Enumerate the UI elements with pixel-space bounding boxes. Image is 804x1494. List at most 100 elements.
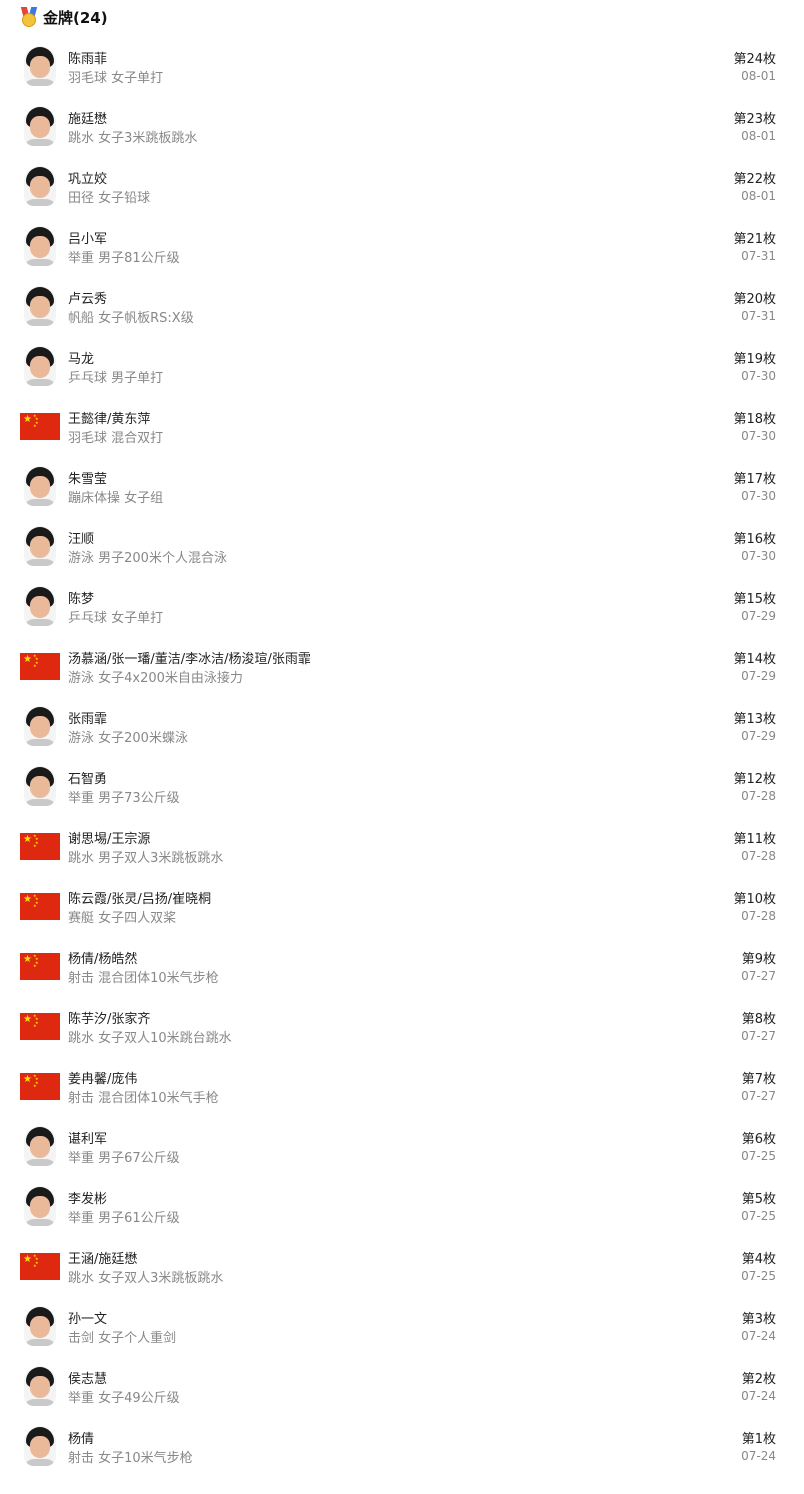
medal-row[interactable]: 谌利军 举重 男子67公斤级 第6枚 07-25 (0, 1118, 804, 1178)
medal-row[interactable]: ★ ★ ★ ★ ★ 杨倩/杨皓然 射击 混合团体10米气步枪 第9枚 07-27 (0, 938, 804, 998)
medal-row[interactable]: ★ ★ ★ ★ ★ 陈云霞/张灵/吕扬/崔晓桐 赛艇 女子四人双桨 第10枚 07-28 (0, 878, 804, 938)
medal-row[interactable]: 侯志慧 举重 女子49公斤级 第2枚 07-24 (0, 1358, 804, 1418)
medal-date: 07-27 (741, 969, 776, 983)
medal-row[interactable]: ★ ★ ★ ★ ★ 王懿律/黄东萍 羽毛球 混合双打 第18枚 07-30 (0, 398, 804, 458)
medal-rank: 第16枚 (733, 532, 776, 547)
medal-row[interactable]: 张雨霏 游泳 女子200米蝶泳 第13枚 07-29 (0, 698, 804, 758)
athlete-avatar-icon (24, 1126, 56, 1166)
event-name: 跳水 女子3米跳板跳水 (68, 131, 198, 146)
medal-rank: 第20枚 (733, 292, 776, 307)
china-flag-icon: ★ ★ ★ ★ ★ (20, 1013, 60, 1040)
event-name: 跳水 男子双人3米跳板跳水 (68, 851, 224, 866)
event-name: 乒乓球 男子单打 (68, 371, 164, 386)
medal-date: 07-30 (741, 549, 776, 563)
medal-rank: 第18枚 (733, 412, 776, 427)
medal-row[interactable]: 孙一文 击剑 女子个人重剑 第3枚 07-24 (0, 1298, 804, 1358)
medal-row[interactable]: ★ ★ ★ ★ ★ 王涵/施廷懋 跳水 女子双人3米跳板跳水 第4枚 07-25 (0, 1238, 804, 1298)
athlete-avatar-icon (24, 526, 56, 566)
athlete-avatar-icon (24, 466, 56, 506)
medal-row[interactable]: 巩立姣 田径 女子铅球 第22枚 08-01 (0, 158, 804, 218)
medal-rank: 第19枚 (733, 352, 776, 367)
athlete-name: 陈梦 (68, 592, 95, 607)
medal-date: 07-25 (741, 1149, 776, 1163)
medal-row[interactable]: ★ ★ ★ ★ ★ 姜冉馨/庞伟 射击 混合团体10米气手枪 第7枚 07-27 (0, 1058, 804, 1118)
athlete-name: 朱雪莹 (68, 472, 108, 487)
medal-row[interactable]: 马龙 乒乓球 男子单打 第19枚 07-30 (0, 338, 804, 398)
event-name: 羽毛球 混合双打 (68, 431, 164, 446)
china-flag-icon: ★ ★ ★ ★ ★ (20, 953, 60, 980)
event-name: 举重 男子81公斤级 (68, 251, 180, 266)
athlete-name: 杨倩 (68, 1432, 95, 1447)
medal-date: 07-28 (741, 789, 776, 803)
medal-row[interactable]: ★ ★ ★ ★ ★ 陈芋汐/张家齐 跳水 女子双人10米跳台跳水 第8枚 07-27 (0, 998, 804, 1058)
medal-row[interactable]: 杨倩射击 女子10米气步枪 第1枚 07-24 (0, 1418, 804, 1478)
medal-rank: 第22枚 (733, 172, 776, 187)
athlete-name: 卢云秀 (68, 292, 108, 307)
medal-rank: 第1枚 (741, 1432, 776, 1447)
athlete-name: 杨倩/杨皓然 (68, 952, 138, 967)
athlete-avatar-icon (24, 766, 56, 806)
athlete-avatar-icon (24, 346, 56, 386)
medal-row[interactable]: 朱雪莹 蹦床体操 女子组 第17枚 07-30 (0, 458, 804, 518)
china-flag-icon: ★ ★ ★ ★ ★ (20, 833, 60, 860)
event-name: 举重 男子67公斤级 (68, 1151, 180, 1166)
medal-date: 07-29 (741, 669, 776, 683)
athlete-avatar-icon (24, 1366, 56, 1406)
medal-date: 07-24 (741, 1389, 776, 1403)
event-name: 游泳 女子4x200米自由泳接力 (68, 671, 243, 686)
medal-date: 08-01 (741, 69, 776, 83)
medal-date: 07-24 (741, 1449, 776, 1463)
event-name: 射击 女子10米气步枪 (68, 1451, 193, 1466)
medal-row[interactable]: 汪顺 游泳 男子200米个人混合泳 第16枚 07-30 (0, 518, 804, 578)
medal-rank: 第13枚 (733, 712, 776, 727)
athlete-avatar-icon (24, 1306, 56, 1346)
medal-rank: 第6枚 (741, 1132, 776, 1147)
medal-rank: 第8枚 (741, 1012, 776, 1027)
medal-rank: 第9枚 (741, 952, 776, 967)
athlete-name: 张雨霏 (68, 712, 108, 727)
medal-date: 07-31 (741, 309, 776, 323)
header-title: 金牌(24) (43, 8, 108, 27)
medal-row[interactable]: 吕小军 举重 男子81公斤级 第21枚 07-31 (0, 218, 804, 278)
athlete-name: 谢思埸/王宗源 (68, 832, 151, 847)
medal-row[interactable]: 陈梦 乒乓球 女子单打 第15枚 07-29 (0, 578, 804, 638)
medal-rank: 第24枚 (733, 52, 776, 67)
medal-date: 07-25 (741, 1209, 776, 1223)
medal-row[interactable]: 李发彬 举重 男子61公斤级 第5枚 07-25 (0, 1178, 804, 1238)
medal-row[interactable]: ★ ★ ★ ★ ★ 汤慕涵/张一璠/董洁/李冰洁/杨浚瑄/张雨霏 游泳 女子4x200米自由… (0, 638, 804, 698)
athlete-name: 汪顺 (68, 532, 95, 547)
medal-rank: 第10枚 (733, 892, 776, 907)
medal-row[interactable]: ★ ★ ★ ★ ★ 谢思埸/王宗源跳水 男子双人3米跳板跳水 第11枚 07-28 (0, 818, 804, 878)
medal-date: 07-27 (741, 1029, 776, 1043)
medal-list-header: 金牌(24) (20, 6, 108, 28)
medal-date: 07-28 (741, 849, 776, 863)
athlete-name: 李发彬 (68, 1192, 108, 1207)
china-flag-icon: ★ ★ ★ ★ ★ (20, 1073, 60, 1100)
medal-row[interactable]: 卢云秀 帆船 女子帆板RS:X级 第20枚 07-31 (0, 278, 804, 338)
athlete-avatar-icon (24, 706, 56, 746)
medal-date: 07-30 (741, 429, 776, 443)
medal-row[interactable]: 陈雨菲 羽毛球 女子单打 第24枚 08-01 (0, 38, 804, 98)
medal-row[interactable]: 施廷懋 跳水 女子3米跳板跳水 第23枚 08-01 (0, 98, 804, 158)
event-name: 举重 男子61公斤级 (68, 1211, 180, 1226)
medal-rank: 第11枚 (733, 832, 776, 847)
athlete-avatar-icon (24, 1426, 56, 1466)
event-name: 举重 女子49公斤级 (68, 1391, 180, 1406)
athlete-name: 陈云霞/张灵/吕扬/崔晓桐 (68, 892, 212, 907)
medal-date: 07-30 (741, 489, 776, 503)
athlete-avatar-icon (24, 586, 56, 626)
event-name: 蹦床体操 女子组 (68, 491, 164, 506)
medal-date: 07-28 (741, 909, 776, 923)
medal-date: 07-29 (741, 729, 776, 743)
event-name: 跳水 女子双人10米跳台跳水 (68, 1031, 232, 1046)
medal-row[interactable]: 石智勇 举重 男子73公斤级 第12枚 07-28 (0, 758, 804, 818)
athlete-name: 孙一文 (68, 1312, 108, 1327)
athlete-name: 王涵/施廷懋 (68, 1252, 138, 1267)
athlete-avatar-icon (24, 226, 56, 266)
medal-rank: 第7枚 (741, 1072, 776, 1087)
athlete-name: 施廷懋 (68, 112, 108, 127)
athlete-avatar-icon (24, 166, 56, 206)
medal-date: 07-25 (741, 1269, 776, 1283)
medal-date: 08-01 (741, 189, 776, 203)
china-flag-icon: ★ ★ ★ ★ ★ (20, 413, 60, 440)
